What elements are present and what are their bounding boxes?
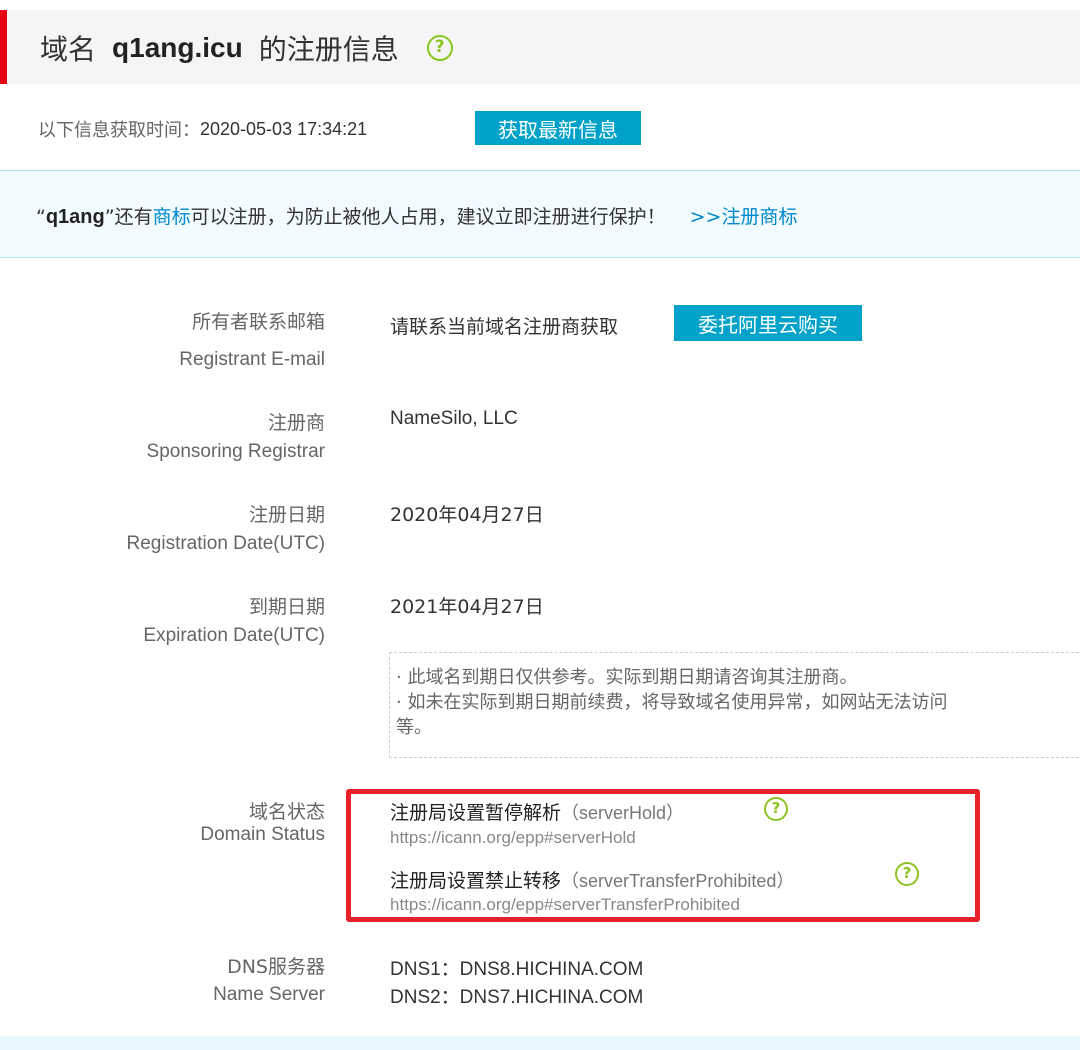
refresh-info-button[interactable]: 获取最新信息 (475, 111, 641, 145)
title-suffix: 的注册信息 (258, 33, 399, 66)
registrar-label-en: Sponsoring Registrar (146, 441, 325, 462)
notice-line-1: · 此域名到期日仅供参考。实际到期日期请咨询其注册商。 (396, 667, 858, 688)
status-hold-name: 注册局设置暂停解析 (390, 802, 562, 824)
exp-date-label-en: Expiration Date(UTC) (143, 625, 325, 646)
status-transfer-help-icon[interactable]: ? (895, 862, 919, 886)
expiry-notice: · 此域名到期日仅供参考。实际到期日期请咨询其注册商。 · 如未在实际到期日期前… (389, 652, 1080, 758)
banner-keyword: q1ang (45, 206, 105, 228)
status-item-transfer: 注册局设置禁止转移（serverTransferProhibited） (390, 866, 794, 893)
status-hold-code: （serverHold） (561, 803, 685, 823)
exp-date-value: 2021年04月27日 (390, 596, 544, 618)
help-icon[interactable]: ? (426, 35, 453, 61)
status-hold-url[interactable]: https://icann.org/epp#serverHold (390, 828, 636, 848)
banner-text-after: 可以注册，为防止被他人占用，建议立即注册进行保护！ (190, 206, 666, 228)
fetch-time-row: 以下信息获取时间： 2020-05-03 17:34:21 (38, 112, 367, 146)
fetch-time-value: 2020-05-03 17:34:21 (200, 118, 368, 139)
banner-text-before: ”还有 (104, 206, 153, 228)
title-domain: q1ang.icu (112, 32, 243, 63)
banner-open-quote: “ (36, 206, 46, 228)
trademark-inline-link[interactable]: 商标 (153, 206, 191, 228)
status-transfer-code: （serverTransferProhibited） (561, 871, 795, 891)
notice-line-2: · 如未在实际到期日期前续费，将导致域名使用异常，如网站无法访问 (396, 692, 948, 713)
reg-date-value: 2020年04月27日 (390, 504, 544, 526)
delegate-aliyun-buy-button[interactable]: 委托阿里云购买 (674, 305, 862, 341)
dns-label-cn: DNS服务器 (227, 956, 325, 978)
status-hold-help-icon[interactable]: ? (764, 797, 788, 821)
email-value: 请联系当前域名注册商获取 (390, 316, 619, 338)
status-label-cn: 域名状态 (248, 801, 325, 823)
fetch-time-label: 以下信息获取时间： (38, 120, 200, 141)
dns-server-1: DNS1：DNS8.HICHINA.COM (390, 959, 644, 980)
dns-label-en: Name Server (213, 984, 325, 1005)
dns-server-2: DNS2：DNS7.HICHINA.COM (390, 987, 644, 1008)
reg-date-label-cn: 注册日期 (248, 504, 325, 526)
status-label-en: Domain Status (200, 824, 325, 845)
title-prefix: 域名 (40, 33, 97, 66)
registrar-value: NameSilo, LLC (390, 408, 518, 429)
notice-line-3: 等。 (396, 717, 432, 738)
status-transfer-name: 注册局设置禁止转移 (390, 870, 562, 892)
register-trademark-link[interactable]: >>注册商标 (690, 206, 798, 228)
page-title: 域名 q1ang.icu 的注册信息 ? (40, 26, 453, 70)
status-item-hold: 注册局设置暂停解析（serverHold） (390, 798, 684, 825)
status-transfer-url[interactable]: https://icann.org/epp#serverTransferProh… (390, 895, 740, 915)
reg-date-label-en: Registration Date(UTC) (126, 533, 326, 554)
exp-date-label-cn: 到期日期 (248, 596, 325, 618)
email-label-cn: 所有者联系邮箱 (191, 311, 325, 333)
footer-strip (0, 1036, 1080, 1050)
trademark-banner-text: “q1ang”还有商标可以注册，为防止被他人占用，建议立即注册进行保护！ >>注册… (36, 202, 797, 229)
registrar-label-cn: 注册商 (267, 412, 325, 434)
email-label-en: Registrant E-mail (179, 349, 325, 370)
header-accent-bar (0, 10, 7, 84)
